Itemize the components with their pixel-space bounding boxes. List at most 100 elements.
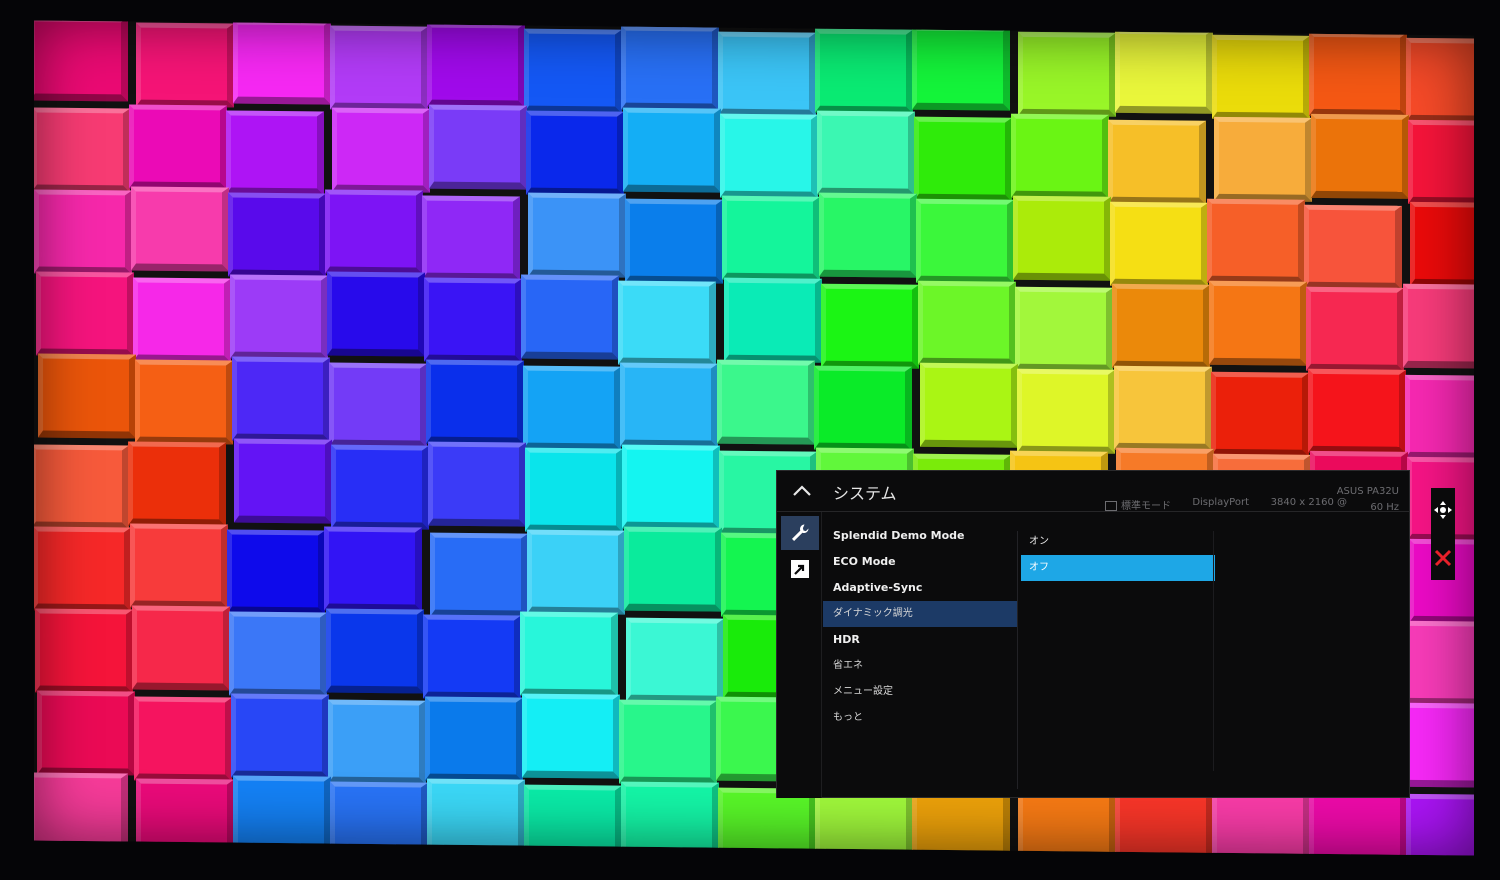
wallpaper-cube (34, 444, 129, 530)
wallpaper-cube (1108, 119, 1206, 205)
wallpaper-cube (620, 362, 718, 448)
wallpaper-cube (623, 107, 721, 193)
wallpaper-cube (233, 775, 331, 856)
wallpaper-cube (1214, 116, 1312, 202)
wallpaper-cube (427, 22, 525, 108)
wallpaper-cube (332, 107, 430, 193)
wallpaper-cube (1308, 368, 1406, 454)
menu-item-more[interactable]: もっと (823, 705, 1017, 731)
wallpaper-cube (330, 781, 428, 856)
menu-item-dynamic-dimming[interactable]: ダイナミック調光 (823, 601, 1017, 627)
wallpaper-cube (1013, 195, 1111, 281)
wallpaper-cube (527, 529, 625, 615)
status-mode-label: 標準モード (1121, 501, 1171, 512)
divider (1017, 531, 1018, 789)
wallpaper-cube (1404, 702, 1474, 788)
osd-header: システム 標準モード DisplayPort 3840 x 2160 @ ASU… (777, 471, 1409, 513)
wallpaper-cube (1406, 793, 1474, 856)
wallpaper-cube (621, 25, 719, 111)
menu-item-menu-settings[interactable]: メニュー設定 (823, 679, 1017, 705)
wallpaper-cube (129, 104, 227, 190)
wallpaper-cube (34, 772, 128, 856)
wallpaper-cube (522, 693, 620, 779)
wallpaper-cube (1212, 34, 1310, 120)
wallpaper-cube (226, 110, 324, 196)
chevron-up-icon[interactable] (791, 480, 813, 502)
wallpaper-cube (133, 277, 231, 363)
wallpaper-cube (1015, 286, 1113, 372)
tab-system[interactable] (781, 516, 819, 550)
wallpaper-cube (136, 778, 234, 856)
wallpaper-cube (1209, 280, 1307, 366)
wallpaper-cube (1304, 204, 1402, 290)
wallpaper-cube (912, 25, 1010, 111)
wallpaper-cube (524, 28, 622, 114)
wallpaper-cube (35, 608, 133, 694)
monitor-icon (1105, 501, 1117, 511)
osd-menu-list: Splendid Demo Mode ECO Mode Adaptive-Syn… (823, 523, 1017, 731)
option-on[interactable]: オン (1021, 529, 1215, 555)
close-icon[interactable] (1433, 548, 1453, 568)
wallpaper-cube (229, 611, 327, 697)
wallpaper-cube (920, 362, 1018, 448)
wallpaper-cube (427, 778, 525, 856)
wallpaper-cube (326, 608, 424, 694)
wallpaper-cube (817, 110, 915, 196)
wallpaper-cube (227, 529, 325, 615)
wallpaper-cube (717, 359, 815, 445)
wallpaper-cube (425, 696, 523, 782)
osd-nav-strip (1431, 488, 1455, 580)
option-off[interactable]: オフ (1021, 555, 1215, 581)
wallpaper-cube (815, 28, 913, 114)
shortcut-arrow-icon (791, 560, 809, 578)
wallpaper-cube (134, 696, 232, 782)
status-model: ASUS PA32U (1336, 486, 1399, 497)
dpad-icon[interactable] (1433, 500, 1453, 520)
wallpaper-cube (618, 280, 716, 366)
wallpaper-cube (521, 274, 619, 360)
wallpaper-cube (1114, 365, 1212, 451)
osd-title: システム (833, 484, 897, 503)
wallpaper-cube (36, 271, 134, 357)
wallpaper-cube (724, 277, 822, 363)
wallpaper-cube (131, 186, 229, 272)
status-resolution: 3840 x 2160 @ (1270, 497, 1347, 508)
wallpaper-cube (619, 699, 717, 785)
wallpaper-cube (430, 532, 528, 618)
wallpaper-cube (1309, 31, 1407, 117)
wallpaper-cube (331, 444, 429, 530)
wallpaper-cube (718, 31, 816, 117)
wallpaper-cube (1112, 283, 1210, 369)
wallpaper-cube (1405, 374, 1474, 460)
wallpaper-cube (1403, 283, 1474, 369)
wallpaper-cube (330, 25, 428, 111)
wallpaper-cube (819, 192, 917, 278)
wallpaper-cube (232, 356, 330, 442)
wallpaper-cube (135, 359, 233, 445)
wallpaper-cube (428, 441, 526, 527)
wallpaper-cube (525, 447, 623, 533)
wallpaper-cube (128, 441, 226, 527)
status-mode: 標準モード (1105, 497, 1171, 512)
osd-sidebar (777, 512, 822, 798)
wallpaper-cube (918, 280, 1016, 366)
wallpaper-cube (324, 526, 422, 612)
wallpaper-cube (1211, 371, 1309, 457)
wallpaper-cube (1311, 113, 1409, 199)
wallpaper-cube (328, 699, 426, 785)
wallpaper-cube (720, 113, 818, 199)
wallpaper-cube (426, 359, 524, 445)
wallpaper-cube (136, 22, 234, 108)
tab-shortcut[interactable] (781, 552, 819, 586)
menu-item-adaptive-sync[interactable]: Adaptive-Sync (823, 575, 1017, 601)
wallpaper-cube (37, 690, 135, 776)
menu-item-splendid-demo[interactable]: Splendid Demo Mode (823, 523, 1017, 549)
menu-item-eco-mode[interactable]: ECO Mode (823, 549, 1017, 575)
menu-item-hdr[interactable]: HDR (823, 627, 1017, 653)
wallpaper-cube (233, 20, 331, 105)
wallpaper-cube (38, 353, 136, 439)
wallpaper-cube (228, 192, 326, 278)
menu-item-power-saving[interactable]: 省エネ (823, 653, 1017, 679)
wallpaper-cube (130, 523, 228, 609)
wallpaper-cube (34, 189, 132, 275)
